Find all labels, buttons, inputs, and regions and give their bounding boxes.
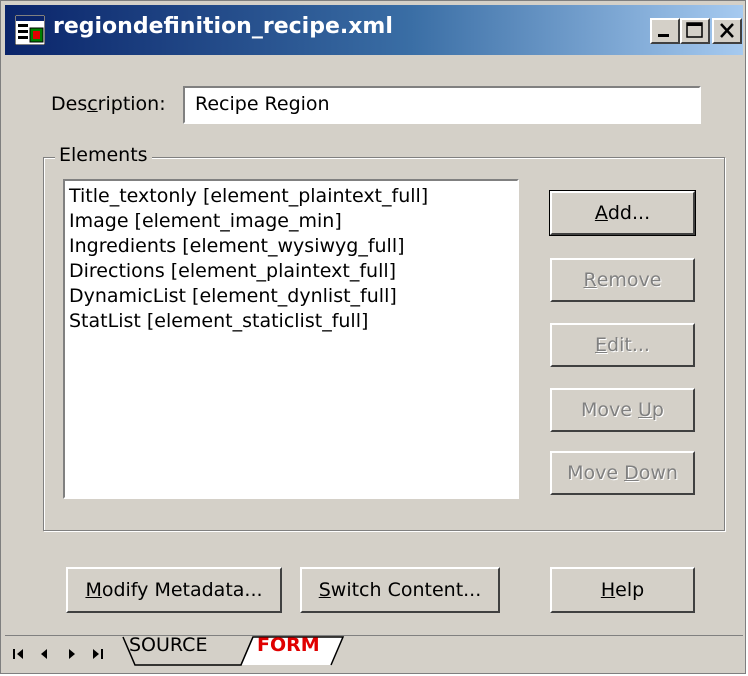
window-title: regiondefinition_recipe.xml — [53, 14, 393, 39]
description-label-pre: Des — [51, 93, 88, 115]
tab-nav-controls — [13, 649, 103, 659]
maximize-icon — [686, 22, 703, 38]
maximize-button[interactable] — [680, 18, 710, 44]
list-item[interactable]: StatList [element_staticlist_full] — [69, 309, 513, 334]
add-button[interactable]: Add... — [550, 191, 695, 235]
first-tab-icon[interactable] — [13, 649, 23, 659]
switch-content-accel: S — [318, 579, 331, 601]
help-button[interactable]: Help — [550, 567, 695, 613]
move-up-button[interactable]: Move Up — [550, 388, 695, 432]
list-item[interactable]: Ingredients [element_wysiwyg_full] — [69, 234, 513, 259]
switch-content-button[interactable]: Switch Content... — [300, 567, 500, 613]
editor-window: regiondefinition_recipe.xml Description:… — [0, 0, 746, 674]
xml-file-icon — [15, 15, 45, 45]
minimize-button[interactable] — [650, 18, 680, 44]
add-accel: A — [594, 202, 608, 224]
close-icon — [720, 23, 734, 38]
list-item[interactable]: DynamicList [element_dynlist_full] — [69, 284, 513, 309]
modify-metadata-accel: M — [85, 579, 102, 601]
tab-source[interactable]: SOURCE — [129, 634, 207, 656]
remove-accel: R — [583, 269, 597, 291]
minimize-icon — [658, 34, 669, 37]
edit-button[interactable]: Edit... — [550, 323, 695, 367]
modify-metadata-button[interactable]: Modify Metadata... — [66, 567, 282, 613]
remove-button[interactable]: Remove — [550, 258, 695, 302]
list-item[interactable]: Directions [element_plaintext_full] — [69, 259, 513, 284]
modify-metadata-label: odify Metadata... — [101, 579, 263, 601]
help-accel: H — [600, 579, 616, 601]
last-tab-icon[interactable] — [93, 649, 103, 659]
description-label-post: ription: — [97, 93, 166, 115]
add-label: dd... — [607, 202, 651, 224]
close-button[interactable] — [712, 18, 742, 44]
remove-label: emove — [596, 269, 662, 291]
help-label: elp — [615, 579, 645, 601]
edit-accel: E — [595, 334, 608, 356]
edit-label: dit... — [607, 334, 650, 356]
tab-form[interactable]: FORM — [257, 634, 320, 656]
move-down-button[interactable]: Move Down — [550, 451, 695, 495]
move-up-label: p — [651, 399, 664, 421]
list-item[interactable]: Title_textonly [element_plaintext_full] — [69, 184, 513, 209]
switch-content-label: witch Content... — [330, 579, 482, 601]
next-tab-icon[interactable] — [69, 649, 75, 659]
description-label-accel: c — [87, 93, 98, 115]
move-down-label: own — [638, 462, 678, 484]
list-item[interactable]: Image [element_image_min] — [69, 209, 513, 234]
title-bar[interactable]: regiondefinition_recipe.xml — [5, 5, 743, 55]
move-up-accel: U — [638, 399, 652, 421]
move-down-accel: D — [624, 462, 639, 484]
move-down-label-pre: Move — [567, 462, 625, 484]
elements-listbox[interactable]: Title_textonly [element_plaintext_full] … — [63, 179, 519, 499]
prev-tab-icon[interactable] — [41, 649, 47, 659]
move-up-label-pre: Move — [581, 399, 638, 421]
description-input[interactable]: Recipe Region — [183, 86, 701, 124]
elements-group-label: Elements — [55, 144, 152, 166]
description-label: Description: — [51, 93, 166, 115]
